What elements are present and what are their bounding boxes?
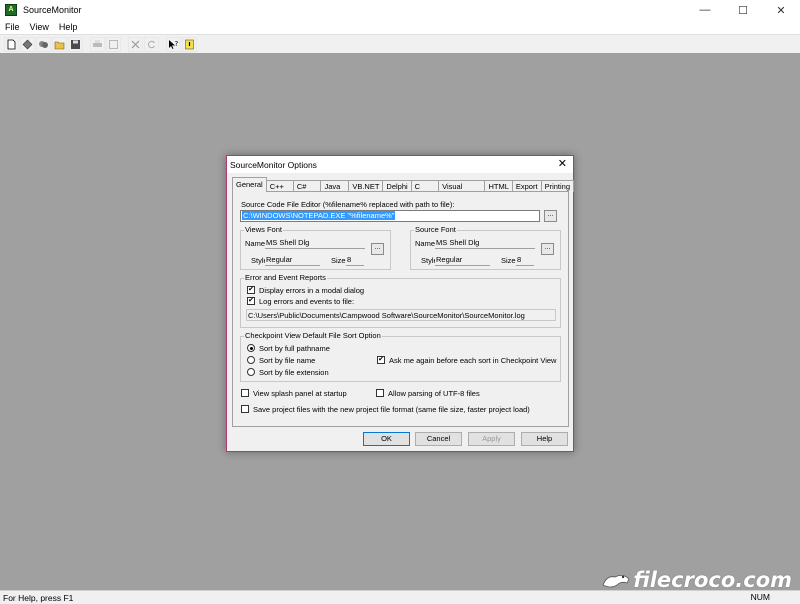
dialog-close-button[interactable]: ✕ xyxy=(558,157,567,170)
about-icon[interactable] xyxy=(182,36,197,52)
apply-button[interactable]: Apply xyxy=(468,432,515,446)
tab-strip: General C++ C# Java VB.NET Delphi C Visu… xyxy=(232,177,574,202)
views-font-size-field: 8 xyxy=(346,254,364,266)
print-icon[interactable] xyxy=(90,36,105,52)
close-button[interactable]: ✕ xyxy=(762,0,800,20)
toolbar: ? xyxy=(0,34,800,54)
checkpoint-sort-group: Checkpoint View Default File Sort Option… xyxy=(240,331,561,382)
sort-pathname-label: Sort by full pathname xyxy=(259,344,330,353)
window-title: SourceMonitor xyxy=(23,5,82,15)
dialog-title-bar[interactable]: SourceMonitor Options ✕ xyxy=(227,156,573,173)
sort-filename-label: Sort by file name xyxy=(259,356,316,365)
source-font-size-label: Size xyxy=(501,256,516,265)
sort-filename-radio[interactable] xyxy=(247,356,255,364)
source-font-title: Source Font xyxy=(414,225,457,234)
display-modal-label: Display errors in a modal dialog xyxy=(259,286,365,295)
log-path-field[interactable]: C:\Users\Public\Documents\Campwood Softw… xyxy=(246,309,556,321)
splash-checkbox[interactable] xyxy=(241,389,249,397)
source-font-browse-button[interactable]: ... xyxy=(541,243,554,255)
ok-button[interactable]: OK xyxy=(363,432,410,446)
window-controls: — ☐ ✕ xyxy=(686,0,800,20)
maximize-button[interactable]: ☐ xyxy=(724,0,762,20)
error-reports-group: Error and Event Reports ✔ Display errors… xyxy=(240,273,561,328)
status-num-indicator: NUM xyxy=(750,592,770,602)
svg-text:?: ? xyxy=(175,40,179,48)
log-errors-checkbox[interactable]: ✔ xyxy=(247,297,255,305)
crocodile-logo-icon xyxy=(602,575,630,588)
sort-extension-label: Sort by file extension xyxy=(259,368,329,377)
source-font-style-field: Regular xyxy=(435,254,490,266)
display-modal-checkbox[interactable]: ✔ xyxy=(247,286,255,294)
log-errors-label: Log errors and events to file: xyxy=(259,297,355,306)
editor-value: C:\WINDOWS\NOTEPAD.EXE "%filename%" xyxy=(242,211,396,220)
general-tab-panel: Source Code File Editor (%filename% repl… xyxy=(232,191,569,427)
menu-view[interactable]: View xyxy=(25,22,54,32)
save-icon[interactable] xyxy=(68,36,83,52)
status-bar: For Help, press F1 NUM xyxy=(0,590,800,604)
minimize-button[interactable]: — xyxy=(686,0,724,20)
status-help-text: For Help, press F1 xyxy=(3,592,74,603)
views-font-title: Views Font xyxy=(244,225,283,234)
editor-browse-button[interactable]: ... xyxy=(544,210,557,222)
views-font-browse-button[interactable]: ... xyxy=(371,243,384,255)
title-bar: A SourceMonitor — ☐ ✕ xyxy=(0,0,800,20)
error-reports-title: Error and Event Reports xyxy=(244,273,327,282)
checkpoint-icon[interactable] xyxy=(36,36,51,52)
menu-file[interactable]: File xyxy=(0,22,25,32)
menu-bar: File View Help xyxy=(0,20,800,34)
dialog-title: SourceMonitor Options xyxy=(230,159,317,170)
options-dialog: SourceMonitor Options ✕ General C++ C# J… xyxy=(226,155,574,452)
views-font-name-label: Name xyxy=(245,239,266,248)
sort-pathname-radio[interactable] xyxy=(247,344,255,352)
views-font-style-field: Regular xyxy=(265,254,320,266)
source-font-name-label: Name xyxy=(415,239,436,248)
view-icon[interactable] xyxy=(106,36,121,52)
refresh-icon[interactable] xyxy=(144,36,159,52)
save-format-checkbox[interactable] xyxy=(241,405,249,413)
views-font-size-label: Size xyxy=(331,256,346,265)
cancel-button[interactable]: Cancel xyxy=(415,432,462,446)
source-font-size-field: 8 xyxy=(516,254,534,266)
ask-again-checkbox[interactable]: ✔ xyxy=(377,356,385,364)
utf8-checkbox[interactable] xyxy=(376,389,384,397)
views-font-name-field: MS Shell Dlg xyxy=(265,237,365,249)
splash-label: View splash panel at startup xyxy=(253,389,347,398)
watermark: filecroco.com xyxy=(601,568,792,592)
menu-help[interactable]: Help xyxy=(54,22,83,32)
source-font-name-field: MS Shell Dlg xyxy=(435,237,535,249)
utf8-label: Allow parsing of UTF-8 files xyxy=(388,389,480,398)
editor-field[interactable]: C:\WINDOWS\NOTEPAD.EXE "%filename%" xyxy=(240,210,540,222)
open-project-icon[interactable] xyxy=(20,36,35,52)
watermark-text: filecroco.com xyxy=(633,568,792,592)
save-format-label: Save project files with the new project … xyxy=(253,405,530,414)
help-button[interactable]: Help xyxy=(521,432,568,446)
editor-label: Source Code File Editor (%filename% repl… xyxy=(241,200,455,209)
tab-general[interactable]: General xyxy=(232,177,267,192)
source-font-group: Source Font Name MS Shell Dlg ... Style … xyxy=(410,225,561,270)
new-icon[interactable] xyxy=(4,36,19,52)
views-font-group: Views Font Name MS Shell Dlg ... Style R… xyxy=(240,225,391,270)
delete-icon[interactable] xyxy=(128,36,143,52)
app-icon[interactable]: A xyxy=(5,4,17,16)
open-folder-icon[interactable] xyxy=(52,36,67,52)
context-help-icon[interactable]: ? xyxy=(166,36,181,52)
ask-again-label: Ask me again before each sort in Checkpo… xyxy=(389,356,557,365)
sort-extension-radio[interactable] xyxy=(247,368,255,376)
checkpoint-sort-title: Checkpoint View Default File Sort Option xyxy=(244,331,382,340)
